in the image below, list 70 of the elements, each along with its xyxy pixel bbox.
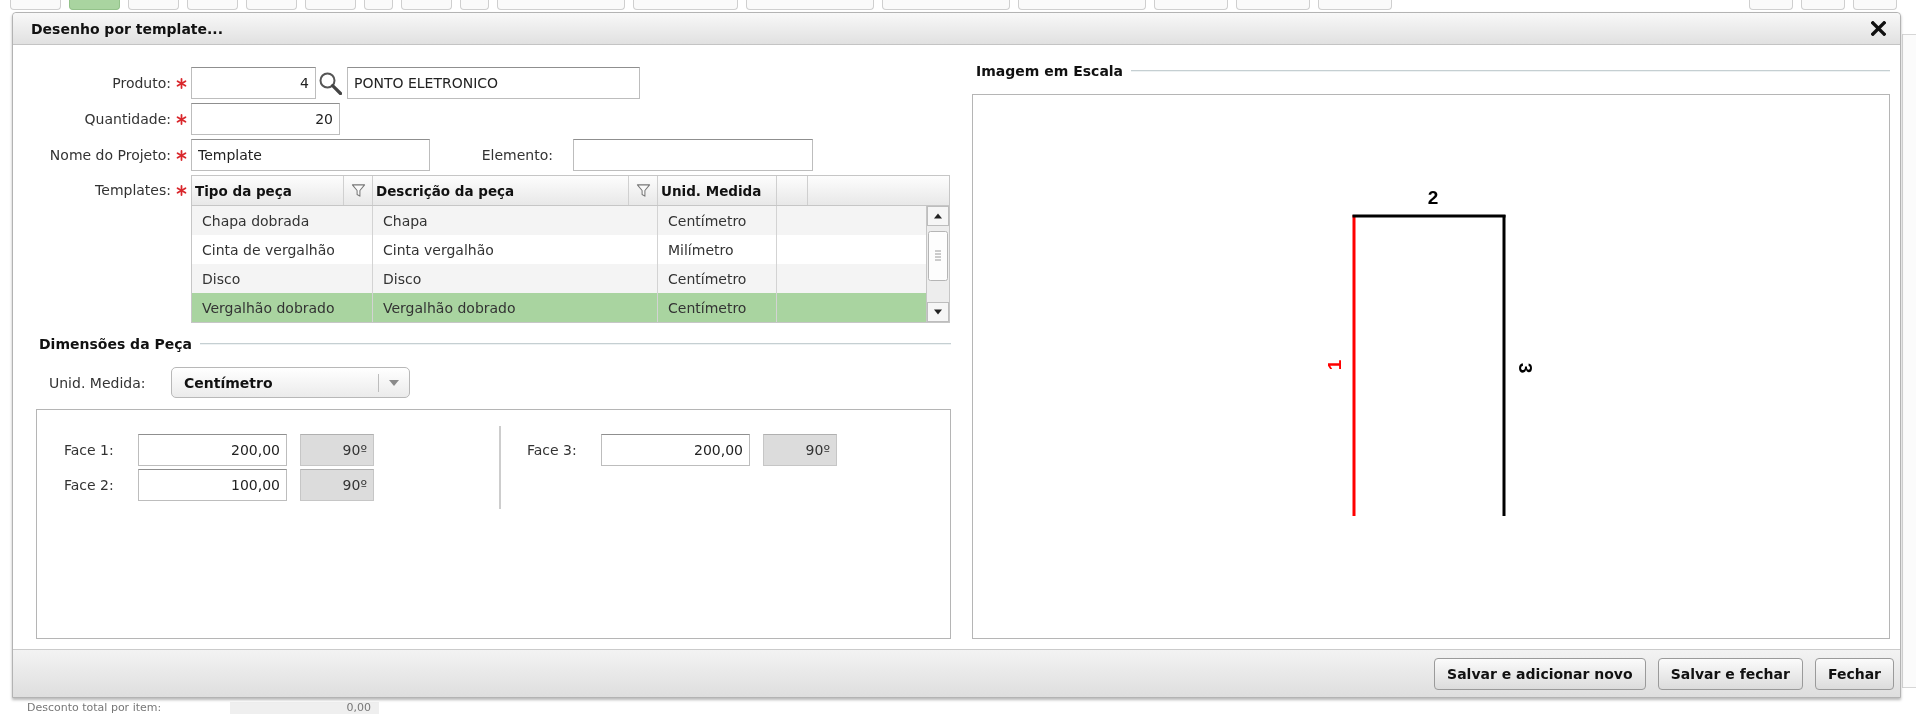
discount-label: Desconto total por item:: [27, 701, 162, 714]
table-row[interactable]: Vergalhão dobrado Vergalhão dobrado Centímetro: [192, 293, 926, 322]
scrollbar-thumb[interactable]: [928, 231, 948, 281]
field-label: Quantidade:: [84, 111, 171, 127]
field-label: Produto:: [112, 75, 171, 91]
toolbar-button[interactable]: [401, 0, 452, 10]
face-label: Face 2:: [64, 477, 114, 493]
field-label: Unid. Medida:: [49, 374, 146, 391]
field-label: Templates:: [95, 182, 171, 198]
filter-icon[interactable]: [350, 183, 366, 198]
toolbar-button[interactable]: [1801, 0, 1845, 10]
toolbar-button[interactable]: [69, 0, 120, 10]
dialog-title: Desenho por template...: [31, 20, 223, 37]
close-icon[interactable]: [1871, 21, 1886, 36]
toolbar-button[interactable]: [305, 0, 356, 10]
save-and-new-button[interactable]: Salvar e adicionar novo: [1434, 657, 1646, 690]
toolbar-button[interactable]: [1018, 0, 1146, 10]
product-code-field[interactable]: 4: [191, 67, 316, 99]
section-title: Imagem em Escala: [976, 63, 1124, 79]
table-cell: Centímetro: [658, 293, 777, 322]
field-label: Nome do Projeto:: [49, 147, 171, 163]
unit-dropdown[interactable]: Centímetro: [171, 367, 410, 398]
save-and-close-button[interactable]: Salvar e fechar: [1657, 657, 1803, 690]
caret-icon: [389, 379, 399, 386]
toolbar-button[interactable]: [187, 0, 238, 10]
face-angle-field: 90º: [300, 469, 374, 501]
segment-label: 2: [1427, 186, 1439, 208]
product-name-field[interactable]: PONTO ELETRONICO: [347, 67, 640, 99]
toolbar-button[interactable]: [882, 0, 1010, 10]
search-icon[interactable]: [318, 71, 342, 95]
toolbar-button[interactable]: [128, 0, 179, 10]
column-header[interactable]: Unid. Medida: [661, 182, 762, 199]
table-cell: Vergalhão dobrado: [373, 293, 658, 322]
scrollbar-track[interactable]: [926, 206, 949, 322]
toolbar-button[interactable]: [1749, 0, 1793, 10]
section-title: Dimensões da Peça: [39, 336, 192, 352]
segment-label: 1: [1323, 359, 1345, 371]
toolbar-button[interactable]: [746, 0, 874, 10]
segment-label: 3: [1515, 362, 1537, 374]
column-header[interactable]: Tipo da peça: [195, 182, 292, 199]
toolbar-button[interactable]: [633, 0, 738, 10]
toolbar-button[interactable]: [364, 0, 393, 10]
table-row[interactable]: Disco Disco Centímetro: [192, 264, 926, 293]
close-button[interactable]: Fechar: [1814, 657, 1894, 690]
toolbar-button[interactable]: [497, 0, 625, 10]
face-length-field[interactable]: 200,00: [138, 434, 287, 466]
face-angle-field: 90º: [300, 434, 374, 466]
scroll-up-icon[interactable]: [927, 206, 949, 226]
element-field[interactable]: [573, 139, 813, 171]
face-angle-field: 90º: [763, 434, 837, 466]
face-length-field[interactable]: 200,00: [601, 434, 750, 466]
project-name-field[interactable]: Template: [191, 139, 430, 171]
toolbar-button[interactable]: [246, 0, 297, 10]
face-label: Face 1:: [64, 442, 114, 458]
face-label: Face 3:: [527, 442, 577, 458]
toolbar-button[interactable]: [460, 0, 489, 10]
toolbar-button[interactable]: [1853, 0, 1897, 10]
toolbar-button[interactable]: [1154, 0, 1228, 10]
toolbar-button[interactable]: [10, 0, 61, 10]
table-cell: Vergalhão dobrado: [192, 293, 373, 322]
toolbar-button[interactable]: [1318, 0, 1392, 10]
face-length-field[interactable]: 100,00: [138, 469, 287, 501]
table-row[interactable]: Chapa dobrada Chapa Centímetro: [192, 206, 926, 235]
toolbar-button[interactable]: [1236, 0, 1310, 10]
quantity-field[interactable]: 20: [191, 103, 340, 135]
discount-field: 0,00: [230, 702, 379, 714]
filter-icon[interactable]: [635, 183, 651, 198]
scroll-down-icon[interactable]: [927, 302, 949, 322]
field-label: Elemento:: [481, 147, 553, 163]
column-header[interactable]: Descrição da peça: [376, 182, 515, 199]
